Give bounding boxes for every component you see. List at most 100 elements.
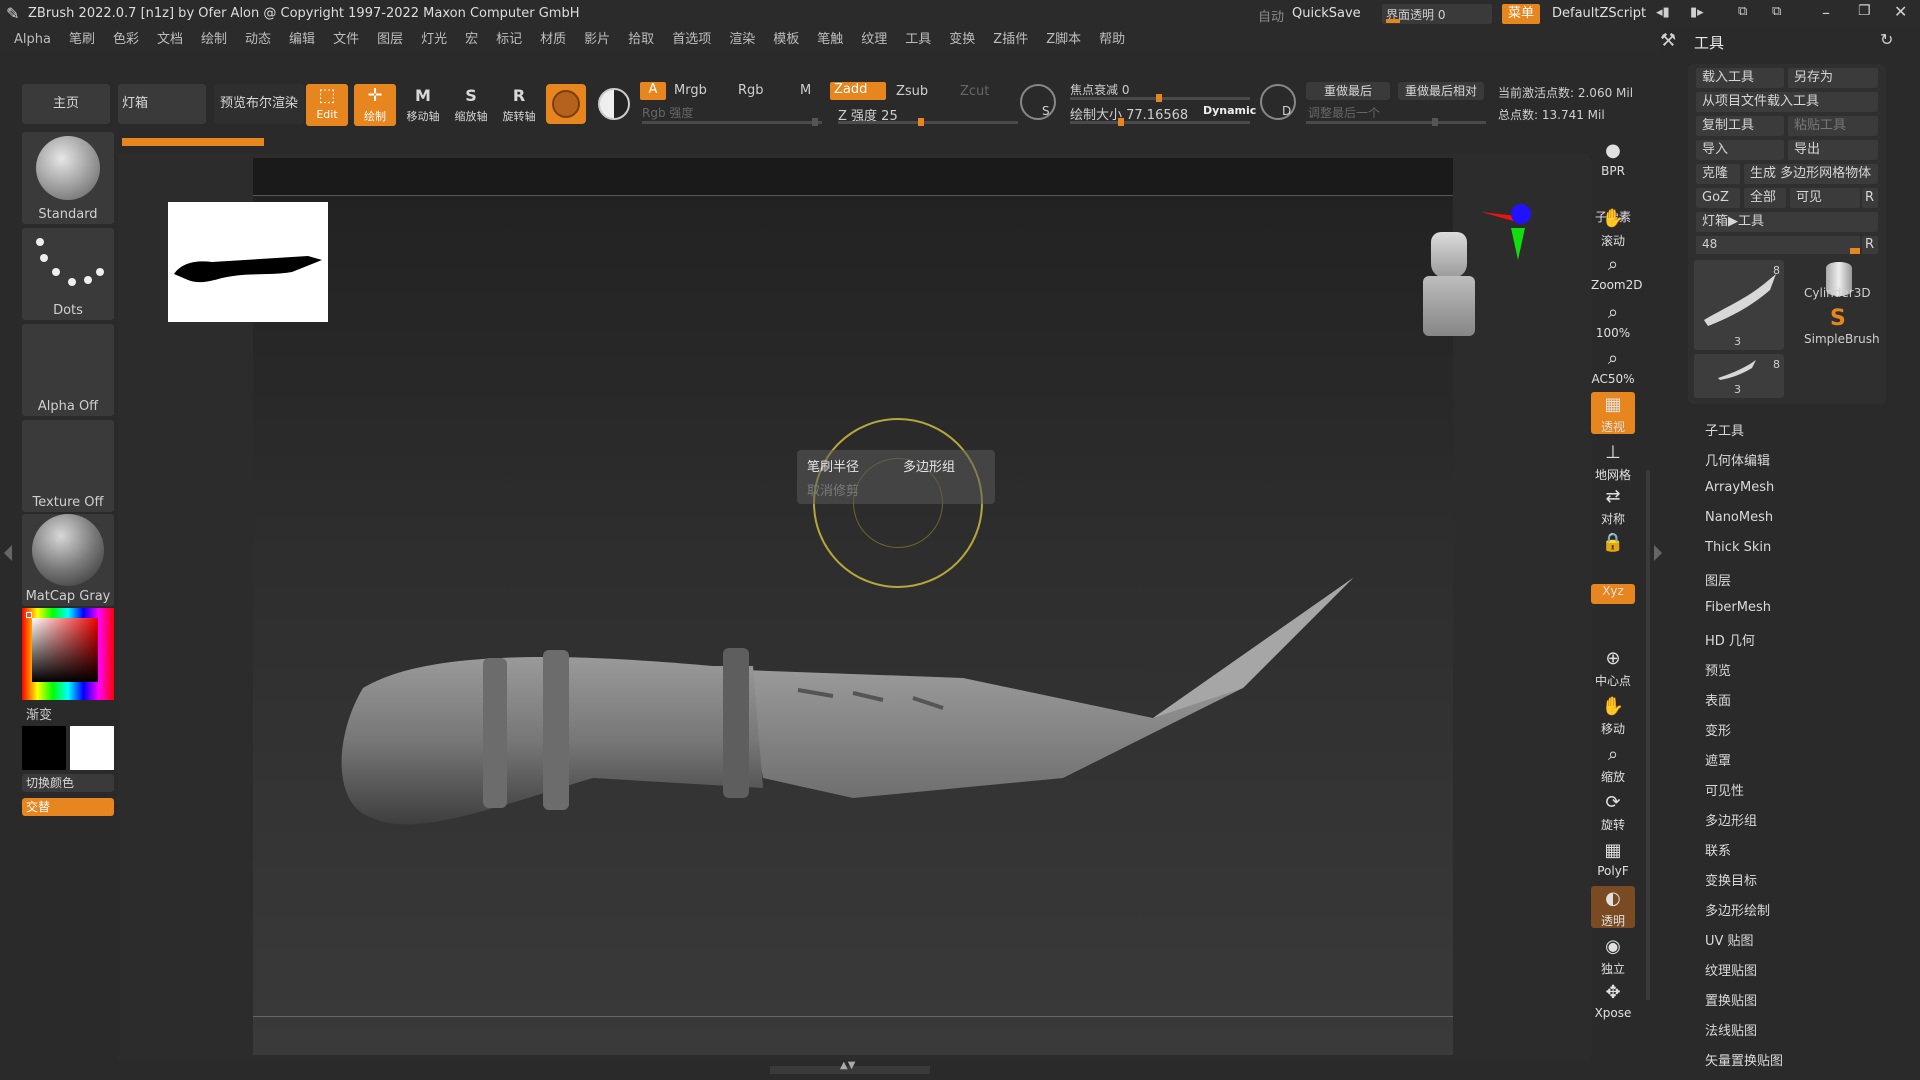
menu-item[interactable]: 笔刷 xyxy=(60,28,104,52)
tool-perspective[interactable]: ▦ 透视 xyxy=(1591,392,1635,434)
scale-button[interactable]: S 缩放轴 xyxy=(450,84,492,126)
color-swatch-button[interactable] xyxy=(594,84,634,124)
tool-zoom100[interactable]: ⌕ 100% xyxy=(1591,300,1635,342)
secondary-color-swatch[interactable] xyxy=(70,726,114,770)
panel-splitter[interactable] xyxy=(1646,470,1650,1000)
switch-color-button[interactable]: 切换颜色 xyxy=(22,774,114,792)
brush-selector[interactable]: Standard xyxy=(22,132,114,224)
tool-scroll[interactable]: ✋ 滚动 xyxy=(1591,206,1635,248)
replay-last-relative-button[interactable]: 重做最后相对 xyxy=(1398,82,1484,100)
save-as-button[interactable]: 另存为 xyxy=(1788,68,1878,88)
menu-item[interactable]: 变换 xyxy=(940,28,984,52)
tool-menu-item[interactable]: 变换目标 xyxy=(1705,870,1757,889)
tool-menu-item[interactable]: 预览 xyxy=(1705,660,1731,679)
color-picker-square[interactable] xyxy=(32,618,98,682)
draw-size-slider[interactable] xyxy=(1070,121,1250,124)
export-button[interactable]: 导出 xyxy=(1788,140,1878,160)
tool-count-slider[interactable]: 48 xyxy=(1696,236,1860,254)
quicksave-button[interactable]: QuickSave xyxy=(1292,6,1361,21)
rgb-intensity-slider[interactable] xyxy=(642,121,822,124)
edit-button[interactable]: ⬚ Edit xyxy=(306,84,348,126)
m-toggle[interactable]: M xyxy=(800,83,811,98)
goz-visible-button[interactable]: 可见 xyxy=(1790,188,1860,208)
restore-icon[interactable]: ❐ xyxy=(1858,3,1871,19)
zsub-toggle[interactable]: Zsub xyxy=(896,84,928,99)
preview-bpr-button[interactable]: 预览布尔渲染 xyxy=(214,84,304,124)
tool-menu-item[interactable]: UV 贴图 xyxy=(1705,930,1754,949)
texture-selector[interactable]: Texture Off xyxy=(22,420,114,512)
stroke-selector[interactable]: Dots xyxy=(22,228,114,320)
menu-item[interactable]: 标记 xyxy=(487,28,531,52)
menu-item[interactable]: 拾取 xyxy=(619,28,663,52)
lightbox-button[interactable]: 灯箱 xyxy=(118,84,206,124)
copy-tool-button[interactable]: 复制工具 xyxy=(1696,116,1784,136)
menu-item[interactable]: 模板 xyxy=(764,28,808,52)
tool-zoom2d[interactable]: ⌕ Zoom2D xyxy=(1591,252,1642,294)
tool-polyf[interactable]: ▦ PolyF xyxy=(1591,838,1635,880)
tool-menu-item[interactable]: 联系 xyxy=(1705,840,1731,859)
primary-color-swatch[interactable] xyxy=(22,726,66,770)
tool-menu-item[interactable]: 纹理贴图 xyxy=(1705,960,1757,979)
alpha-selector[interactable]: Alpha Off xyxy=(22,324,114,416)
tool-pin-icon[interactable]: ⚒ xyxy=(1660,30,1676,51)
goz-r-button[interactable]: R xyxy=(1862,188,1878,208)
tool-menu-item[interactable]: ArrayMesh xyxy=(1705,480,1774,495)
menu-item[interactable]: 首选项 xyxy=(663,28,720,52)
tool-menu-item[interactable]: 变形 xyxy=(1705,720,1731,739)
tool-lock[interactable]: 🔒 xyxy=(1591,530,1635,572)
rgb-intensity-knob[interactable] xyxy=(812,118,818,126)
load-tool-button[interactable]: 载入工具 xyxy=(1696,68,1784,88)
menu-item[interactable]: 影片 xyxy=(575,28,619,52)
tool-solo[interactable]: ◉ 独立 xyxy=(1591,934,1635,976)
draw-size-knob[interactable] xyxy=(1118,118,1124,126)
menu-item[interactable]: 动态 xyxy=(236,28,280,52)
load-from-project-button[interactable]: 从项目文件载入工具 xyxy=(1696,92,1878,112)
z-intensity-knob[interactable] xyxy=(918,118,924,126)
tool-menu-item[interactable]: 法线贴图 xyxy=(1705,1020,1757,1039)
window-swap-icon[interactable]: ⧉ xyxy=(1738,4,1747,19)
import-button[interactable]: 导入 xyxy=(1696,140,1784,160)
color-picker[interactable] xyxy=(22,608,114,700)
tool-move[interactable]: ✋ 移动 xyxy=(1591,694,1635,736)
tool-bpr[interactable]: ● BPR xyxy=(1591,138,1635,180)
tool-menu-item[interactable]: 置换贴图 xyxy=(1705,990,1757,1009)
menu-item[interactable]: 宏 xyxy=(456,28,487,52)
tool-menu-item[interactable]: HD 几何 xyxy=(1705,630,1755,649)
replay-last-button[interactable]: 重做最后 xyxy=(1306,82,1390,100)
default-zscript-button[interactable]: DefaultZScript xyxy=(1552,6,1646,21)
lightbox-tool-button[interactable]: 灯箱▶工具 xyxy=(1696,212,1878,232)
menu-toggle-button[interactable]: 菜单 xyxy=(1502,4,1540,24)
tool-count-knob[interactable] xyxy=(1850,248,1860,254)
tool-symmetry[interactable]: ⇄ 对称 xyxy=(1591,484,1635,526)
home-button[interactable]: 主页 xyxy=(22,84,110,124)
tool-center[interactable]: ⊕ 中心点 xyxy=(1591,646,1635,688)
menu-item[interactable]: 文档 xyxy=(148,28,192,52)
layout-right-icon[interactable]: ▮▸ xyxy=(1690,5,1704,20)
menu-item[interactable]: 灯光 xyxy=(412,28,456,52)
tool-ac50[interactable]: ⌕ AC50% xyxy=(1591,346,1635,388)
tool-menu-item[interactable]: FiberMesh xyxy=(1705,600,1771,615)
menu-item[interactable]: 笔触 xyxy=(808,28,852,52)
alternate-button[interactable]: 交替 xyxy=(22,798,114,816)
menu-item[interactable]: 工具 xyxy=(896,28,940,52)
menu-item[interactable]: 材质 xyxy=(531,28,575,52)
axis-gizmo-icon[interactable] xyxy=(1473,198,1553,278)
a-toggle[interactable]: A xyxy=(640,82,666,100)
menu-item[interactable]: 文件 xyxy=(324,28,368,52)
bottom-splitter[interactable]: ▲▼ xyxy=(770,1060,930,1074)
menu-item[interactable]: 编辑 xyxy=(280,28,324,52)
goz-button[interactable]: GoZ xyxy=(1696,188,1740,208)
tool-menu-item[interactable]: NanoMesh xyxy=(1705,510,1773,525)
material-selector[interactable]: MatCap Gray xyxy=(22,514,114,606)
window-swap2-icon[interactable]: ⧉ xyxy=(1772,4,1781,19)
document-viewport[interactable]: 笔刷半径 多边形组 取消修剪 xyxy=(253,158,1531,1055)
clone-button[interactable]: 克隆 xyxy=(1696,164,1740,184)
menu-item[interactable]: 绘制 xyxy=(192,28,236,52)
current-tool-thumbnail[interactable]: 8 3 xyxy=(1694,260,1784,350)
tool-menu-item[interactable]: 遮罩 xyxy=(1705,750,1731,769)
z-intensity-slider[interactable] xyxy=(838,121,1018,124)
tool-floor[interactable]: ⊥ 地网格 xyxy=(1591,440,1635,482)
collapse-right-icon[interactable] xyxy=(1654,545,1662,561)
menu-item[interactable]: 图层 xyxy=(368,28,412,52)
menu-item[interactable]: Alpha xyxy=(0,28,60,52)
